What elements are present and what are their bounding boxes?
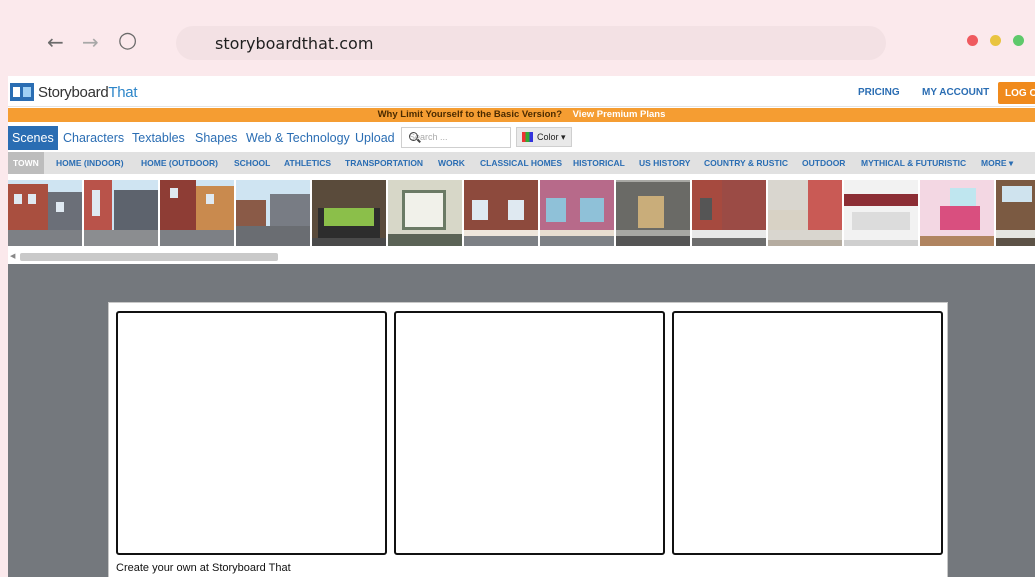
search-icon[interactable] bbox=[409, 132, 418, 141]
tab-textables[interactable]: Textables bbox=[128, 126, 189, 150]
tab-shapes[interactable]: Shapes bbox=[191, 126, 241, 150]
view-premium-link[interactable]: View Premium Plans bbox=[573, 109, 666, 120]
category-athletics[interactable]: ATHLETICS bbox=[284, 152, 331, 174]
storyboard-cell-1[interactable] bbox=[116, 311, 387, 555]
thumbnail-scrollbar[interactable]: ◀ bbox=[8, 250, 1035, 264]
storyboard-cell-3[interactable] bbox=[672, 311, 943, 555]
asset-tabs: Scenes Characters Textables Shapes Web &… bbox=[8, 126, 1035, 150]
tab-scenes[interactable]: Scenes bbox=[8, 126, 58, 150]
yellow-dot-icon[interactable] bbox=[990, 35, 1001, 46]
category-outdoor[interactable]: OUTDOOR bbox=[802, 152, 845, 174]
back-arrow-icon[interactable]: ← bbox=[47, 30, 64, 54]
web-page: StoryboardThat PRICING MY ACCOUNT LOG OU… bbox=[8, 76, 1035, 577]
address-bar[interactable]: storyboardthat.com bbox=[176, 26, 886, 60]
scene-thumbnail[interactable] bbox=[84, 180, 158, 246]
scene-thumbnail-strip bbox=[8, 180, 1035, 247]
category-more[interactable]: MORE ▾ bbox=[981, 152, 1013, 174]
storyboard-caption: Create your own at Storyboard That bbox=[116, 562, 291, 574]
storyboard-workspace: Create your own at Storyboard That bbox=[8, 264, 1035, 577]
scene-thumbnail[interactable] bbox=[844, 180, 918, 246]
red-dot-icon[interactable] bbox=[967, 35, 978, 46]
site-header: StoryboardThat PRICING MY ACCOUNT LOG OU bbox=[8, 76, 1035, 107]
tab-web-technology[interactable]: Web & Technology bbox=[242, 126, 354, 150]
green-dot-icon[interactable] bbox=[1013, 35, 1024, 46]
scene-thumbnail[interactable] bbox=[388, 180, 462, 246]
color-label: Color ▾ bbox=[537, 132, 566, 142]
tab-characters[interactable]: Characters bbox=[59, 126, 128, 150]
category-work[interactable]: WORK bbox=[438, 152, 465, 174]
scene-thumbnail[interactable] bbox=[768, 180, 842, 246]
scroll-left-icon[interactable]: ◀ bbox=[10, 252, 15, 260]
promo-text: Why Limit Yourself to the Basic Version? bbox=[377, 109, 562, 120]
scene-thumbnail[interactable] bbox=[616, 180, 690, 246]
scene-thumbnail[interactable] bbox=[160, 180, 234, 246]
category-mythical-futuristic[interactable]: MYTHICAL & FUTURISTIC bbox=[861, 152, 966, 174]
reload-icon[interactable]: ○ bbox=[118, 29, 137, 53]
category-home-outdoor[interactable]: HOME (OUTDOOR) bbox=[141, 152, 218, 174]
category-historical[interactable]: HISTORICAL bbox=[573, 152, 625, 174]
promo-banner: Why Limit Yourself to the Basic Version?… bbox=[8, 108, 1035, 122]
category-classical-homes[interactable]: CLASSICAL HOMES bbox=[480, 152, 562, 174]
color-button[interactable]: Color ▾ bbox=[516, 127, 572, 147]
storyboard-cell-2[interactable] bbox=[394, 311, 665, 555]
url-text: storyboardthat.com bbox=[215, 34, 374, 53]
scene-thumbnail[interactable] bbox=[236, 180, 310, 246]
scene-thumbnail[interactable] bbox=[312, 180, 386, 246]
category-country-rustic[interactable]: COUNTRY & RUSTIC bbox=[704, 152, 788, 174]
scene-thumbnail[interactable] bbox=[920, 180, 994, 246]
tab-upload[interactable]: Upload bbox=[351, 126, 399, 150]
scene-thumbnail[interactable] bbox=[692, 180, 766, 246]
scrollbar-thumb[interactable] bbox=[20, 253, 278, 261]
storyboard-sheet: Create your own at Storyboard That bbox=[108, 302, 948, 577]
scene-thumbnail[interactable] bbox=[464, 180, 538, 246]
site-logo[interactable]: StoryboardThat bbox=[10, 82, 138, 102]
storyboard-logo-icon bbox=[10, 83, 34, 101]
category-town[interactable]: TOWN bbox=[8, 152, 44, 174]
logout-button[interactable]: LOG OU bbox=[998, 82, 1035, 104]
category-home-indoor[interactable]: HOME (INDOOR) bbox=[56, 152, 124, 174]
logo-text: StoryboardThat bbox=[38, 83, 138, 101]
browser-chrome: ← → ○ storyboardthat.com bbox=[0, 0, 1035, 72]
scene-thumbnail[interactable] bbox=[996, 180, 1035, 246]
scene-thumbnail[interactable] bbox=[8, 180, 82, 246]
scene-thumbnail[interactable] bbox=[540, 180, 614, 246]
search-input[interactable]: Search ... bbox=[401, 127, 511, 148]
category-transportation[interactable]: TRANSPORTATION bbox=[345, 152, 423, 174]
category-us-history[interactable]: US HISTORY bbox=[639, 152, 690, 174]
pricing-link[interactable]: PRICING bbox=[858, 87, 900, 98]
scene-categories: TOWN HOME (INDOOR) HOME (OUTDOOR) SCHOOL… bbox=[8, 152, 1035, 174]
my-account-link[interactable]: MY ACCOUNT bbox=[922, 87, 989, 98]
palette-icon bbox=[522, 132, 533, 142]
category-school[interactable]: SCHOOL bbox=[234, 152, 270, 174]
forward-arrow-icon[interactable]: → bbox=[82, 30, 99, 54]
